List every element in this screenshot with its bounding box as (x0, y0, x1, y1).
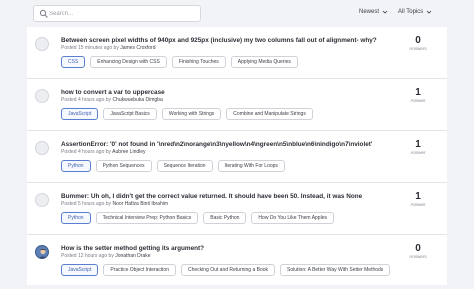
question-title[interactable]: Between screen pixel widths of 940px and… (61, 37, 391, 44)
tag[interactable]: How Do You Like Them Apples (251, 212, 334, 224)
avatar[interactable] (35, 245, 49, 259)
answer-count-label: Answers (409, 46, 427, 51)
tag[interactable]: CSS (61, 56, 86, 68)
search-icon (39, 9, 48, 18)
tag[interactable]: JavaScript Basics (103, 108, 157, 120)
answer-count: 1 Answer (403, 191, 433, 207)
tag[interactable]: JavaScript (61, 264, 99, 276)
tag[interactable]: Iterating With For Loops (217, 160, 285, 172)
topics-dropdown-label: All Topics (398, 9, 424, 15)
user-photo-icon (39, 248, 47, 258)
search-box[interactable] (33, 5, 201, 22)
answer-count-label: Answer (410, 150, 426, 155)
answer-count-label: Answers (409, 254, 427, 259)
answer-count-number: 0 (415, 243, 421, 254)
author-link[interactable]: Jonathan Drake (115, 253, 150, 259)
avatar[interactable] (35, 37, 49, 51)
question-card: Bummer: Uh oh, I didn't get the correct … (27, 183, 447, 235)
question-meta: Posted 15 minutes ago by James Croxford (61, 45, 156, 51)
author-link[interactable]: James Croxford (120, 45, 155, 51)
posted-text: Posted 15 minutes ago by (61, 45, 119, 51)
tag[interactable]: Basic Python (203, 212, 247, 224)
avatar[interactable] (35, 89, 49, 103)
answer-count-label: Answer (410, 98, 426, 103)
question-meta: Posted 4 hours ago by Aubree Lindley (61, 149, 146, 155)
sort-dropdown-label: Newest (359, 9, 380, 15)
chevron-down-icon (382, 10, 388, 14)
tag-list: Python Technical Interview Prep: Python … (61, 212, 334, 224)
tag[interactable]: Combine and Manipulate Strings (226, 108, 313, 120)
tag[interactable]: Working with Strings (161, 108, 222, 120)
tag[interactable]: Practice Object Interaction (103, 264, 176, 276)
tag[interactable]: Sequence Iteration (156, 160, 213, 172)
answer-count-label: Answer (410, 202, 426, 207)
tag-list: JavaScript JavaScript Basics Working wit… (61, 108, 313, 120)
answer-count: 0 Answers (403, 243, 433, 259)
tag[interactable]: Applying Media Queries (230, 56, 298, 68)
tag[interactable]: Finishing Touches (171, 56, 226, 68)
tag[interactable]: Checking Out and Returning a Book (180, 264, 276, 276)
question-title[interactable]: AssertionError: '0' not found in '\nred\… (61, 141, 391, 148)
tag[interactable]: Python (61, 212, 91, 224)
question-card: AssertionError: '0' not found in '\nred\… (27, 131, 447, 183)
tag[interactable]: Python Sequences (95, 160, 152, 172)
question-title[interactable]: How is the setter method getting its arg… (61, 245, 391, 252)
tag-list: CSS Enhancing Design with CSS Finishing … (61, 56, 298, 68)
posted-text: Posted 4 hours ago by (61, 97, 112, 103)
posted-text: Posted 12 hours ago by (61, 253, 114, 259)
answer-count: 1 Answer (403, 87, 433, 103)
author-link[interactable]: Chukwuebuka Dimgba (112, 97, 162, 103)
question-meta: Posted 5 hours ago by Noor Hafiza Binti … (61, 201, 168, 207)
avatar[interactable] (35, 141, 49, 155)
question-meta: Posted 4 hours ago by Chukwuebuka Dimgba (61, 97, 163, 103)
question-card: Between screen pixel widths of 940px and… (27, 27, 447, 79)
tag[interactable]: JavaScript (61, 108, 99, 120)
question-meta: Posted 12 hours ago by Jonathan Drake (61, 253, 151, 259)
author-link[interactable]: Noor Hafiza Binti Ibrahim (112, 201, 168, 207)
author-link[interactable]: Aubree Lindley (112, 149, 145, 155)
answer-count-number: 1 (415, 87, 421, 98)
topics-dropdown[interactable]: All Topics (398, 9, 432, 15)
question-title[interactable]: Bummer: Uh oh, I didn't get the correct … (61, 193, 391, 200)
answer-count-number: 1 (415, 139, 421, 150)
tag[interactable]: Solution: A Better Way With Setter Metho… (280, 264, 391, 276)
posted-text: Posted 5 hours ago by (61, 201, 112, 207)
tag-list: JavaScript Practice Object Interaction C… (61, 264, 391, 276)
search-input[interactable] (49, 7, 197, 20)
top-toolbar: Newest All Topics (0, 0, 474, 27)
tag[interactable]: Technical Interview Prep: Python Basics (95, 212, 199, 224)
chevron-down-icon (426, 10, 432, 14)
question-list: Between screen pixel widths of 940px and… (27, 27, 447, 285)
answer-count: 0 Answers (403, 35, 433, 51)
posted-text: Posted 4 hours ago by (61, 149, 112, 155)
answer-count-number: 0 (415, 35, 421, 46)
tag[interactable]: Python (61, 160, 91, 172)
question-title[interactable]: how to convert a var to uppercase (61, 89, 391, 96)
tag-list: Python Python Sequences Sequence Iterati… (61, 160, 285, 172)
question-card: how to convert a var to uppercase Posted… (27, 79, 447, 131)
question-card: How is the setter method getting its arg… (27, 235, 447, 285)
answer-count-number: 1 (415, 191, 421, 202)
sort-dropdown[interactable]: Newest (359, 9, 388, 15)
avatar[interactable] (35, 193, 49, 207)
answer-count: 1 Answer (403, 139, 433, 155)
tag[interactable]: Enhancing Design with CSS (90, 56, 167, 68)
